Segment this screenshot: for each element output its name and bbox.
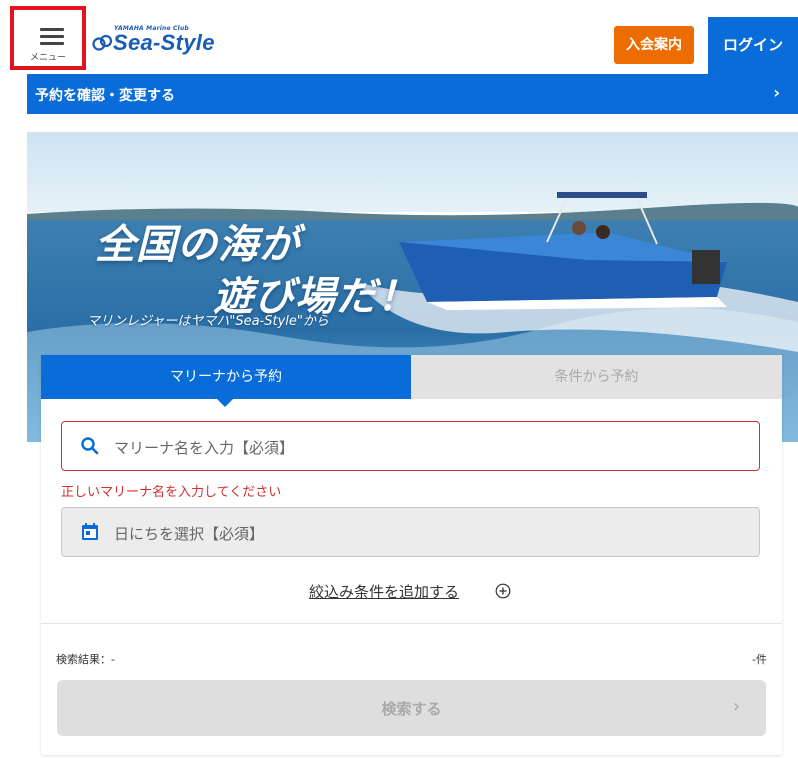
hamburger-icon — [40, 28, 64, 45]
tab-condition-reservation[interactable]: 条件から予約 — [411, 355, 782, 399]
search-result-count: -件 — [752, 653, 767, 666]
search-result-label: 検索結果：- — [56, 653, 115, 666]
check-reservation-bar[interactable]: 予約を確認・変更する › — [27, 74, 798, 114]
join-info-button[interactable]: 入会案内 — [614, 26, 694, 64]
divider — [41, 623, 782, 624]
date-select-field[interactable]: 日にちを選択【必須】 — [61, 507, 760, 557]
date-select-placeholder: 日にちを選択【必須】 — [114, 525, 265, 543]
hero-title-line1: 全国の海が — [95, 222, 300, 268]
site-logo[interactable]: YAMAHA Marine Club Sea-Style — [92, 20, 242, 60]
hero-tagline: マリンレジャーはヤマハ"Sea-Style"から — [87, 314, 329, 329]
login-button[interactable]: ログイン — [708, 17, 798, 74]
site-header: メニュー YAMAHA Marine Club Sea-Style 入会案内 ロ… — [0, 0, 798, 74]
search-button-label: 検索する — [381, 700, 442, 718]
active-tab-indicator — [217, 399, 233, 407]
add-filter-condition-link[interactable]: 絞込み条件を追加する — [309, 581, 459, 602]
logo-wordmark: Sea-Style — [113, 30, 215, 55]
menu-label: メニュー — [29, 53, 66, 63]
marina-name-error: 正しいマリーナ名を入力してください — [61, 485, 282, 500]
chevron-right-icon: › — [732, 696, 740, 717]
plus-circle-icon[interactable] — [495, 583, 511, 599]
search-icon — [81, 437, 99, 455]
check-reservation-label: 予約を確認・変更する — [35, 88, 175, 104]
search-panel: マリーナから予約 条件から予約 マリーナ名を入力【必須】 正しいマリーナ名を入力… — [41, 355, 782, 755]
tab-marina-reservation[interactable]: マリーナから予約 — [41, 355, 411, 399]
search-button[interactable]: 検索する › — [57, 680, 766, 736]
sea-style-logo-mark — [92, 34, 113, 51]
calendar-icon — [82, 523, 98, 540]
chevron-right-icon: › — [773, 83, 780, 102]
marina-name-input[interactable]: マリーナ名を入力【必須】 — [61, 421, 760, 471]
menu-button[interactable]: メニュー — [10, 6, 86, 70]
marina-name-placeholder: マリーナ名を入力【必須】 — [114, 439, 295, 457]
